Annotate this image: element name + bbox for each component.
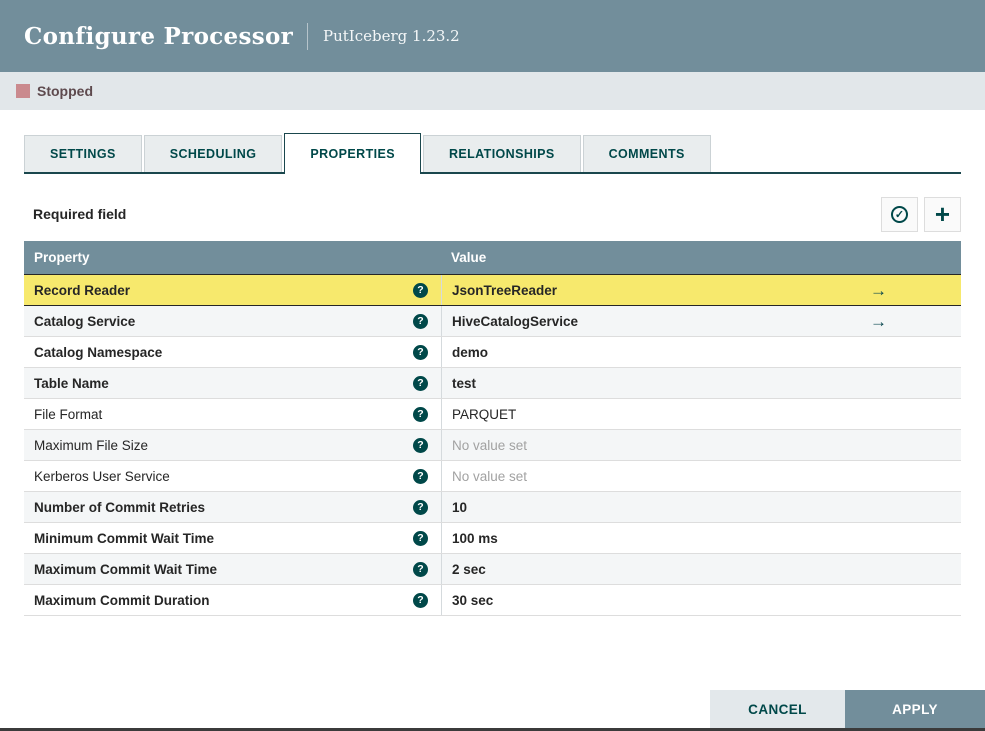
help-icon[interactable]: ? <box>413 406 428 422</box>
property-row[interactable]: Number of Commit Retries? 10 <box>24 492 961 523</box>
property-row[interactable]: Minimum Commit Wait Time? 100 ms <box>24 523 961 554</box>
tab-settings[interactable]: SETTINGS <box>24 135 142 172</box>
status-bar: Stopped <box>0 72 985 110</box>
property-row[interactable]: Catalog Service? HiveCatalogService → <box>24 306 961 337</box>
help-icon[interactable]: ? <box>413 530 428 546</box>
property-name: Kerberos User Service <box>34 468 170 484</box>
help-icon[interactable]: ? <box>413 592 428 608</box>
go-to-service-arrow-icon[interactable]: → <box>870 313 887 330</box>
property-value[interactable]: test <box>452 376 476 391</box>
property-value[interactable]: 2 sec <box>452 562 486 577</box>
help-icon[interactable]: ? <box>413 313 428 329</box>
tab-scheduling[interactable]: SCHEDULING <box>143 135 283 172</box>
help-icon[interactable]: ? <box>413 375 428 391</box>
dialog-title: Configure Processor <box>24 22 294 50</box>
processor-type-version: PutIceberg 1.23.2 <box>323 27 460 45</box>
stopped-status-icon <box>16 84 30 98</box>
property-name: Record Reader <box>34 282 131 298</box>
help-icon[interactable]: ? <box>413 344 428 360</box>
property-value[interactable]: 10 <box>452 500 467 515</box>
help-icon[interactable]: ? <box>413 282 428 298</box>
dialog-header: Configure Processor PutIceberg 1.23.2 <box>0 0 985 72</box>
property-name: Maximum Commit Duration <box>34 592 210 608</box>
title-divider <box>307 22 309 50</box>
help-icon[interactable]: ? <box>413 437 428 453</box>
go-to-service-arrow-icon[interactable]: → <box>870 282 887 299</box>
property-row[interactable]: Maximum Commit Wait Time? 2 sec <box>24 554 961 585</box>
status-label: Stopped <box>37 83 93 99</box>
property-name: Maximum Commit Wait Time <box>34 561 218 577</box>
property-value[interactable]: 30 sec <box>452 593 493 608</box>
plus-icon: + <box>934 199 951 229</box>
help-icon[interactable]: ? <box>413 561 428 577</box>
property-row[interactable]: Catalog Namespace? demo <box>24 337 961 368</box>
properties-table: Property Value Record Reader? JsonTreeRea… <box>24 241 961 616</box>
property-value[interactable]: HiveCatalogService <box>452 314 578 329</box>
property-name: Table Name <box>34 375 109 391</box>
cancel-button[interactable]: CANCEL <box>710 690 845 728</box>
tab-relationships[interactable]: RELATIONSHIPS <box>422 135 581 172</box>
property-row[interactable]: Record Reader? JsonTreeReader → <box>24 274 961 306</box>
add-property-button[interactable]: + <box>924 196 961 232</box>
property-row[interactable]: Maximum File Size? No value set <box>24 430 961 461</box>
property-name: Catalog Service <box>34 313 136 329</box>
properties-toolbar: Required field ✓ + <box>24 196 961 232</box>
property-name: Minimum Commit Wait Time <box>34 530 215 546</box>
property-row[interactable]: File Format? PARQUET <box>24 399 961 430</box>
property-value[interactable]: 100 ms <box>452 531 498 546</box>
help-icon[interactable]: ? <box>413 468 428 484</box>
required-field-label: Required field <box>33 206 127 222</box>
property-value[interactable]: PARQUET <box>452 407 516 422</box>
property-value[interactable]: demo <box>452 345 488 360</box>
property-value[interactable]: No value set <box>452 469 527 484</box>
column-header-property: Property <box>34 250 90 265</box>
property-value[interactable]: No value set <box>452 438 527 453</box>
configure-processor-dialog: Configure Processor PutIceberg 1.23.2 St… <box>0 0 985 731</box>
apply-button[interactable]: APPLY <box>845 690 985 728</box>
table-header: Property Value <box>24 241 961 274</box>
verify-properties-button[interactable]: ✓ <box>881 196 918 232</box>
dialog-footer: CANCEL APPLY <box>710 690 985 728</box>
property-row[interactable]: Maximum Commit Duration? 30 sec <box>24 585 961 616</box>
tab-properties[interactable]: PROPERTIES <box>284 133 421 174</box>
property-name: File Format <box>34 406 103 422</box>
property-value[interactable]: JsonTreeReader <box>452 283 557 298</box>
property-name: Catalog Namespace <box>34 344 163 360</box>
tab-comments[interactable]: COMMENTS <box>582 135 711 172</box>
column-header-value: Value <box>451 250 487 265</box>
check-circle-icon: ✓ <box>891 205 908 223</box>
property-name: Maximum File Size <box>34 437 149 453</box>
property-row[interactable]: Table Name? test <box>24 368 961 399</box>
property-name: Number of Commit Retries <box>34 499 206 515</box>
property-row[interactable]: Kerberos User Service? No value set <box>24 461 961 492</box>
help-icon[interactable]: ? <box>413 499 428 515</box>
tab-bar: SETTINGS SCHEDULING PROPERTIES RELATIONSHIP… <box>24 133 961 174</box>
